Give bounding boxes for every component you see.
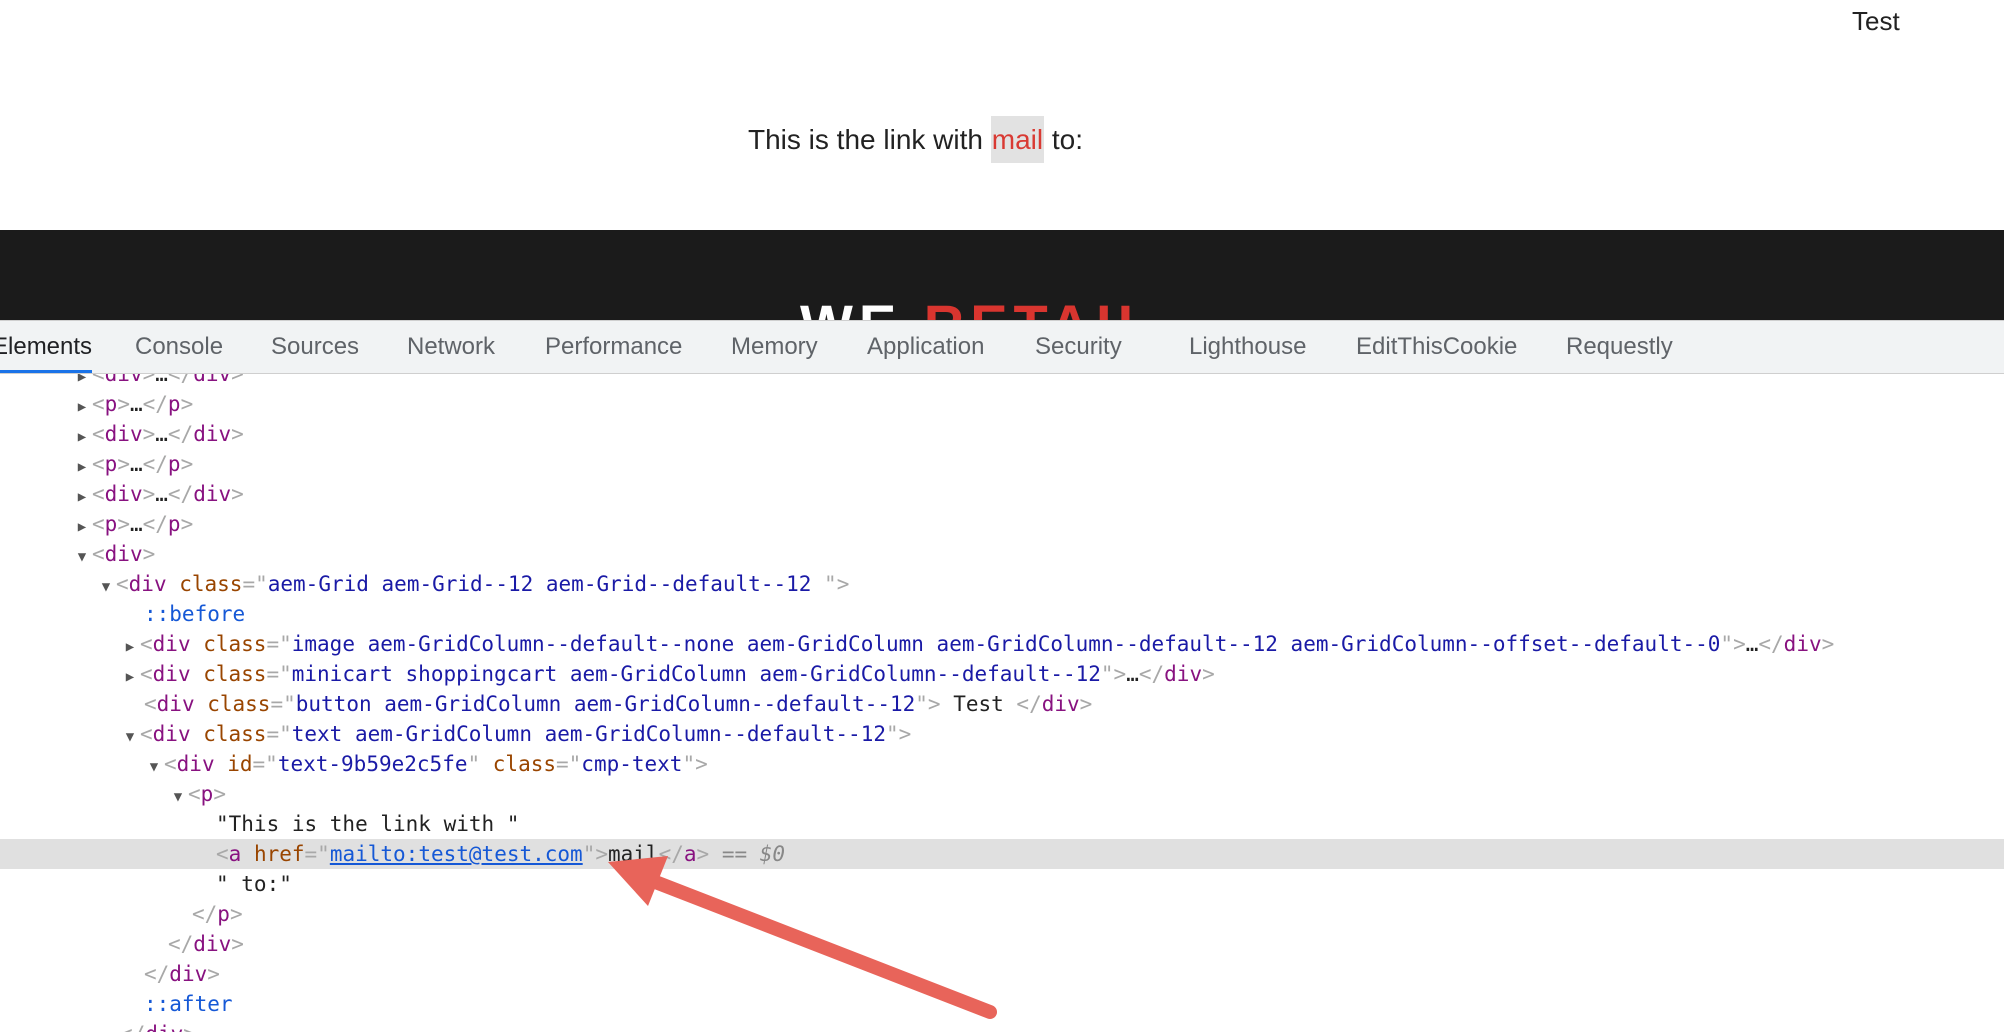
tree-row[interactable]: ▶ <div>…</div> — [0, 419, 2004, 449]
tab-memory[interactable]: Memory — [731, 321, 818, 373]
test-button[interactable]: Test — [1852, 6, 1900, 37]
tree-row[interactable]: ▶ <p>…</p> — [0, 449, 2004, 479]
triangle-right-icon[interactable]: ▶ — [72, 392, 92, 422]
tab-network[interactable]: Network — [407, 321, 495, 373]
page-footer-banner: WE RETAIL — [0, 230, 2004, 320]
tree-row[interactable]: </div> — [0, 1019, 2004, 1032]
footer-text-red: RETAIL — [924, 293, 1158, 320]
tree-row[interactable]: </p> — [0, 899, 2004, 929]
tree-row[interactable]: " to:" — [0, 869, 2004, 899]
tree-row-selected[interactable]: <a href="mailto:test@test.com">mail</a> … — [0, 839, 2004, 869]
tab-requestly[interactable]: Requestly — [1566, 321, 1673, 373]
triangle-right-icon[interactable]: ▶ — [72, 512, 92, 542]
tree-row[interactable]: ▶ <p>…</p> — [0, 389, 2004, 419]
tree-row[interactable]: ▶ <div class="minicart shoppingcart aem-G… — [0, 659, 2004, 689]
triangle-right-icon[interactable]: ▶ — [120, 662, 140, 692]
page-preview: Test This is the link with mail to: — [0, 0, 2004, 230]
triangle-down-icon[interactable]: ▼ — [120, 722, 140, 752]
triangle-down-icon[interactable]: ▼ — [144, 752, 164, 782]
triangle-down-icon[interactable]: ▼ — [96, 572, 116, 602]
tab-editthiscookie[interactable]: EditThisCookie — [1356, 321, 1517, 373]
tab-application[interactable]: Application — [867, 321, 984, 373]
tab-elements[interactable]: Elements — [0, 321, 93, 373]
tree-row[interactable]: ▼ <div> — [0, 539, 2004, 569]
triangle-right-icon[interactable]: ▶ — [72, 422, 92, 452]
tree-row[interactable]: ▶ <div>…</div> — [0, 479, 2004, 509]
mailto-link[interactable]: mailto:test@test.com — [330, 842, 583, 866]
tree-row[interactable]: </div> — [0, 959, 2004, 989]
elements-tree[interactable]: ▶ <div>…</div> ▶ <p>…</p> ▶ <div>…</div> ▶ <… — [0, 374, 2004, 1032]
mail-link[interactable]: mail — [990, 116, 1045, 163]
tree-row[interactable]: ▶ <div class="image aem-GridColumn--defau… — [0, 629, 2004, 659]
paragraph-text-after: to: — [1044, 124, 1084, 155]
footer-logo-text: WE RETAIL — [800, 292, 1158, 320]
triangle-down-icon[interactable]: ▼ — [168, 782, 188, 812]
tree-row[interactable]: ::after — [0, 989, 2004, 1019]
paragraph: This is the link with mail to: — [748, 116, 1084, 163]
tree-row[interactable]: ▼ <p> — [0, 779, 2004, 809]
tab-sources[interactable]: Sources — [271, 321, 359, 373]
triangle-down-icon[interactable]: ▼ — [72, 542, 92, 572]
triangle-right-icon[interactable]: ▶ — [120, 632, 140, 662]
tree-row[interactable]: </div> — [0, 929, 2004, 959]
tree-row[interactable]: ▶ <p>…</p> — [0, 509, 2004, 539]
tab-console[interactable]: Console — [135, 321, 223, 373]
footer-text-white: WE — [800, 293, 924, 320]
tree-row[interactable]: <div class="button aem-GridColumn aem-Gr… — [0, 689, 2004, 719]
tree-row[interactable]: ▼ <div id="text-9b59e2c5fe" class="cmp-te… — [0, 749, 2004, 779]
tree-row[interactable]: ::before — [0, 599, 2004, 629]
triangle-right-icon[interactable]: ▶ — [72, 452, 92, 482]
triangle-right-icon[interactable]: ▶ — [72, 482, 92, 512]
tree-row[interactable]: "This is the link with " — [0, 809, 2004, 839]
tree-row[interactable]: ▼ <div class="text aem-GridColumn aem-Gri… — [0, 719, 2004, 749]
devtools-tabbar: Elements Console Sources Network Perform… — [0, 320, 2004, 374]
tree-row[interactable]: ▼ <div class="aem-Grid aem-Grid--12 aem-G… — [0, 569, 2004, 599]
tab-performance[interactable]: Performance — [545, 321, 682, 373]
tree-row[interactable]: ▶ <div>…</div> — [0, 374, 2004, 389]
tab-security[interactable]: Security — [1035, 321, 1122, 373]
paragraph-text-before: This is the link with — [748, 124, 991, 155]
tab-lighthouse[interactable]: Lighthouse — [1189, 321, 1306, 373]
